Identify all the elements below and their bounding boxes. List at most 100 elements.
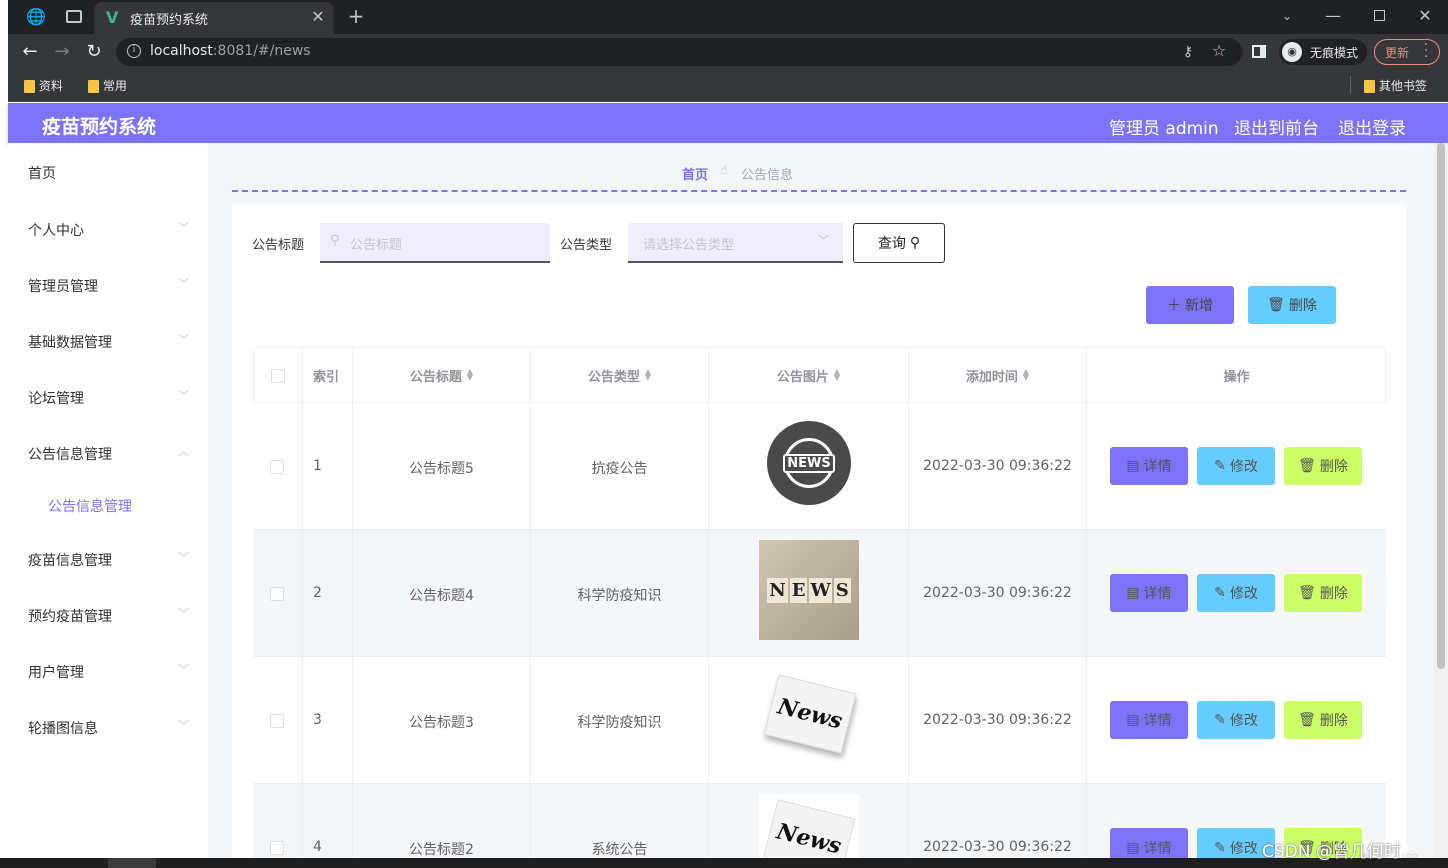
logout-link[interactable]: 退出登录 <box>1338 114 1406 139</box>
col-header-image[interactable]: 公告图片 ▲ ▼ <box>709 347 908 403</box>
delete-button[interactable]: 🗑 删除 <box>1284 574 1362 612</box>
row-checkbox[interactable] <box>270 460 284 474</box>
col-divider <box>302 347 303 868</box>
breadcrumb-home[interactable]: 首页 <box>682 164 708 183</box>
exit-front-link[interactable]: 退出到前台 <box>1234 114 1319 139</box>
trash-icon: 🗑 <box>1298 712 1316 728</box>
sidebar-item-users[interactable]: 用户管理 <box>28 662 84 682</box>
taskbar-item[interactable] <box>108 858 156 868</box>
forward-icon[interactable]: → <box>52 42 72 62</box>
col-divider <box>530 347 531 868</box>
breadcrumb-current: 公告信息 <box>741 168 794 183</box>
window-close-icon[interactable]: ✕ <box>1415 6 1435 26</box>
row-index: 2 <box>313 585 322 601</box>
row-checkbox[interactable] <box>270 587 284 601</box>
bookmark-ziliao[interactable]: 资料 <box>24 77 63 94</box>
info-icon[interactable]: i <box>127 44 141 58</box>
pencil-icon: ✎ <box>1214 840 1226 856</box>
sidebar-subitem-notice[interactable]: 公告信息管理 <box>48 496 132 516</box>
row-index: 4 <box>313 839 322 855</box>
letter-block: W <box>809 577 832 603</box>
news-headline: News <box>775 693 845 735</box>
admin-label: 管理员 admin <box>1109 119 1219 139</box>
query-button[interactable]: 查询 ⚲ <box>853 223 945 263</box>
detail-button[interactable]: ▤ 详情 <box>1110 574 1188 612</box>
vue-logo-icon: V <box>106 8 119 27</box>
menu-dots-icon[interactable]: · · · <box>1422 38 1430 64</box>
restore-icon[interactable] <box>1374 10 1385 21</box>
col-header-title[interactable]: 公告标题 ▲ ▼ <box>353 347 530 403</box>
col-divider <box>352 347 353 868</box>
chevron-down-icon: ﹀ <box>178 389 189 402</box>
title-search-placeholder: 公告标题 <box>350 238 403 253</box>
col-header-title-label: 公告标题 <box>409 369 462 385</box>
col-header-time-label: 添加时间 <box>965 369 1018 385</box>
detail-label: 详情 <box>1143 713 1172 729</box>
minimize-icon[interactable]: — <box>1323 6 1343 26</box>
detail-button[interactable]: ▤ 详情 <box>1110 701 1188 739</box>
news-paper-image: News <box>759 794 859 868</box>
chevron-down-icon: ﹀ <box>178 719 189 732</box>
globe-icon[interactable]: 🌐 <box>26 7 46 27</box>
edit-button[interactable]: ✎ 修改 <box>1197 701 1275 739</box>
scrollbar-thumb[interactable] <box>1437 143 1445 669</box>
edit-button[interactable]: ✎ 修改 <box>1197 574 1275 612</box>
side-panel-icon[interactable] <box>1252 45 1266 58</box>
letter-block: S <box>833 577 851 603</box>
sidebar-item-notice[interactable]: 公告信息管理 <box>28 444 112 464</box>
app-header <box>8 103 1448 143</box>
tab-close-icon[interactable]: ✕ <box>308 7 328 27</box>
row-type: 科学防疫知识 <box>577 715 662 731</box>
sidebar-item-basedata[interactable]: 基础数据管理 <box>28 332 112 352</box>
pencil-icon: ✎ <box>1214 712 1226 728</box>
folder-icon <box>24 80 35 93</box>
search-icon: ⚲ <box>330 233 340 248</box>
key-icon[interactable]: ⚷ <box>1178 42 1198 62</box>
batch-delete-button[interactable]: 🗑 删除 <box>1248 286 1336 324</box>
type-select-placeholder: 请选择公告类型 <box>643 238 735 253</box>
row-checkbox[interactable] <box>270 841 284 855</box>
update-label: 更新 <box>1385 46 1410 60</box>
sort-icon[interactable]: ▲ ▼ <box>834 368 840 382</box>
search-icon: ⚲ <box>909 235 921 251</box>
news-text-badge: NEWS <box>783 453 835 473</box>
sidebar-item-appointment[interactable]: 预约疫苗管理 <box>28 606 112 626</box>
trash-icon: 🗑 <box>1298 585 1316 601</box>
bookmarks-bar <box>8 70 1448 102</box>
col-header-index: 索引 <box>303 347 353 403</box>
new-tab-icon[interactable]: + <box>345 6 367 26</box>
sort-icon[interactable]: ▲ ▼ <box>467 368 473 382</box>
chevron-down-icon[interactable]: ⌄ <box>1277 6 1297 26</box>
bookmark-changyong[interactable]: 常用 <box>88 77 127 94</box>
sidebar-item-admin[interactable]: 管理员管理 <box>28 276 98 296</box>
news-headline: News <box>774 818 844 860</box>
sort-icon[interactable]: ▲ ▼ <box>645 368 651 382</box>
delete-button[interactable]: 🗑 删除 <box>1284 447 1362 485</box>
col-header-time[interactable]: 添加时间 ▲ ▼ <box>909 347 1086 403</box>
edit-button[interactable]: ✎ 修改 <box>1197 447 1275 485</box>
col-header-image-label: 公告图片 <box>776 369 829 385</box>
sidebar-item-home[interactable]: 首页 <box>28 163 56 183</box>
globe-icon: NEWS <box>783 438 835 488</box>
tab-window-icon[interactable] <box>66 10 82 23</box>
sidebar-item-vaccine[interactable]: 疫苗信息管理 <box>28 550 112 570</box>
star-icon[interactable]: ☆ <box>1209 41 1229 61</box>
back-icon[interactable]: ← <box>20 42 40 62</box>
select-all-checkbox[interactable] <box>271 369 285 383</box>
sidebar-item-personal[interactable]: 个人中心 <box>28 220 84 240</box>
detail-button[interactable]: ▤ 详情 <box>1110 447 1188 485</box>
delete-button[interactable]: 🗑 删除 <box>1284 701 1362 739</box>
row-checkbox[interactable] <box>270 714 284 728</box>
sidebar-item-forum[interactable]: 论坛管理 <box>28 388 84 408</box>
row-time: 2022-03-30 09:36:22 <box>923 712 1072 728</box>
other-bookmarks[interactable]: 其他书签 <box>1364 77 1427 94</box>
add-button[interactable]: ＋新增 <box>1146 286 1234 324</box>
col-header-type[interactable]: 公告类型 ▲ ▼ <box>531 347 708 403</box>
sidebar-item-carousel[interactable]: 轮播图信息 <box>28 718 98 738</box>
reload-icon[interactable]: ↻ <box>84 42 104 62</box>
plus-icon: ＋ <box>1167 298 1181 314</box>
query-label: 查询 <box>877 236 906 252</box>
chevron-down-icon: ﹀ <box>178 333 189 346</box>
sort-icon[interactable]: ▲ ▼ <box>1023 368 1029 382</box>
delete-label: 删除 <box>1319 713 1348 729</box>
